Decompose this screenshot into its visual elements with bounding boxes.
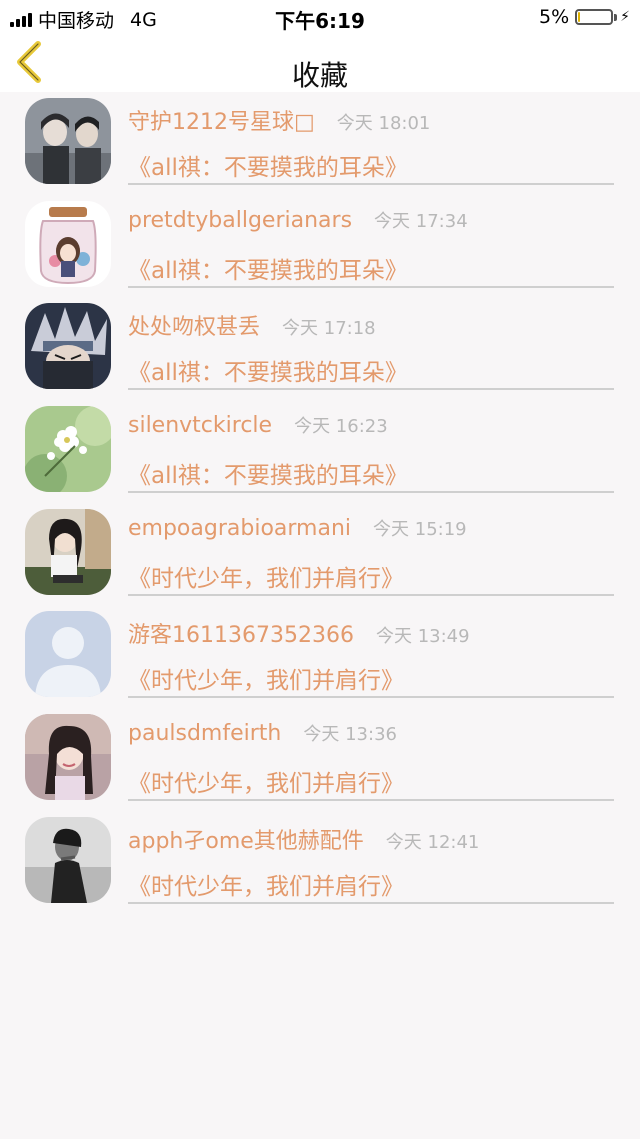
favorite-row[interactable]: 守护1212号星球□ 今天 18:01 《all祺：不要摸我的耳朵》 (0, 92, 640, 195)
avatar-image (25, 611, 111, 698)
avatar[interactable] (25, 816, 111, 903)
user-name[interactable]: apph孑ome其他赫配件 今天 12:41 (128, 823, 479, 855)
battery-percent: 5% (539, 6, 570, 28)
user-name[interactable]: paulsdmfeirth 今天 13:36 (128, 720, 397, 746)
battery-icon (575, 9, 614, 25)
avatar-image (25, 303, 111, 390)
battery-tip (614, 13, 618, 21)
favorite-row[interactable]: 游客1611367352366 今天 13:49 《时代少年，我们并肩行》 (0, 605, 640, 708)
user-name[interactable]: 守护1212号星球□ 今天 18:01 (128, 104, 430, 136)
user-name-text: 处处吻权甚丢 (128, 315, 261, 341)
favorites-list: 守护1212号星球□ 今天 18:01 《all祺：不要摸我的耳朵》 pretdtyb… (0, 92, 640, 914)
timestamp: 今天 17:18 (282, 318, 376, 340)
avatar[interactable] (25, 200, 111, 287)
user-name-text: 守护1212号星球□ (128, 110, 315, 135)
avatar[interactable] (25, 406, 111, 493)
timestamp: 今天 15:19 (373, 518, 467, 540)
page-title: 收藏 (291, 59, 348, 92)
work-title-link[interactable]: 《all祺：不要摸我的耳朵》 (128, 251, 408, 285)
timestamp: 今天 18:01 (336, 113, 431, 134)
divider (128, 901, 614, 904)
work-title-link[interactable]: 《all祺：不要摸我的耳朵》 (128, 456, 408, 490)
user-name-text: paulsdmfeirth (128, 721, 282, 747)
avatar[interactable] (25, 714, 111, 801)
divider (128, 593, 614, 596)
divider (128, 696, 614, 699)
charging-bolt-icon: ⚡ (620, 9, 630, 25)
work-title-link[interactable]: 《时代少年，我们并肩行》 (128, 764, 404, 798)
avatar[interactable] (25, 508, 111, 595)
work-title-link[interactable]: 《all祺：不要摸我的耳朵》 (128, 148, 408, 182)
favorite-row[interactable]: paulsdmfeirth 今天 13:36 《时代少年，我们并肩行》 (0, 708, 640, 811)
avatar-image (25, 508, 111, 595)
timestamp: 今天 12:41 (385, 831, 480, 853)
divider (128, 799, 614, 802)
user-name[interactable]: silenvtckircle 今天 16:23 (128, 412, 388, 438)
favorite-row[interactable]: pretdtyballgerianars 今天 17:34 《all祺：不要摸我的耳… (0, 195, 640, 298)
divider (128, 388, 614, 391)
avatar-image (25, 98, 111, 184)
timestamp: 今天 13:49 (375, 626, 470, 648)
favorite-row[interactable]: apph孑ome其他赫配件 今天 12:41 《时代少年，我们并肩行》 (0, 811, 640, 914)
avatar-image (25, 200, 111, 287)
user-name-text: empoagrabioarmani (128, 515, 352, 541)
timestamp: 今天 17:34 (374, 210, 468, 232)
user-name[interactable]: 游客1611367352366 今天 13:49 (128, 617, 470, 649)
work-title-link[interactable]: 《all祺：不要摸我的耳朵》 (128, 353, 408, 387)
favorite-row[interactable]: empoagrabioarmani 今天 15:19 《时代少年，我们并肩行》 (0, 503, 640, 606)
user-name-text: silenvtckircle (128, 413, 273, 439)
work-title-link[interactable]: 《时代少年，我们并肩行》 (128, 661, 404, 695)
timestamp: 今天 16:23 (294, 416, 388, 438)
favorite-row[interactable]: 处处吻权甚丢 今天 17:18 《all祺：不要摸我的耳朵》 (0, 297, 640, 400)
avatar-image (25, 816, 111, 903)
divider (128, 183, 614, 185)
avatar[interactable] (25, 303, 111, 390)
avatar-image (25, 714, 111, 801)
nav-bar: 收藏 (0, 34, 640, 92)
avatar[interactable] (25, 611, 111, 698)
user-name-text: pretdtyballgerianars (128, 207, 353, 233)
favorite-row[interactable]: silenvtckircle 今天 16:23 《all祺：不要摸我的耳朵》 (0, 400, 640, 503)
avatar[interactable] (25, 98, 111, 184)
user-name[interactable]: empoagrabioarmani 今天 15:19 (128, 515, 467, 541)
work-title-link[interactable]: 《时代少年，我们并肩行》 (128, 559, 404, 593)
status-bar: 中国移动 4G 下午6:19 5% ⚡ (0, 0, 640, 34)
work-title-link[interactable]: 《时代少年，我们并肩行》 (128, 867, 404, 901)
status-right: 5% ⚡ (539, 6, 630, 28)
user-name-text: 游客1611367352366 (128, 623, 354, 649)
user-name-text: apph孑ome其他赫配件 (128, 828, 364, 854)
user-name[interactable]: pretdtyballgerianars 今天 17:34 (128, 207, 468, 233)
divider (128, 491, 614, 494)
user-name[interactable]: 处处吻权甚丢 今天 17:18 (128, 309, 376, 341)
divider (128, 285, 614, 288)
avatar-image (25, 406, 111, 493)
timestamp: 今天 13:36 (303, 724, 397, 746)
